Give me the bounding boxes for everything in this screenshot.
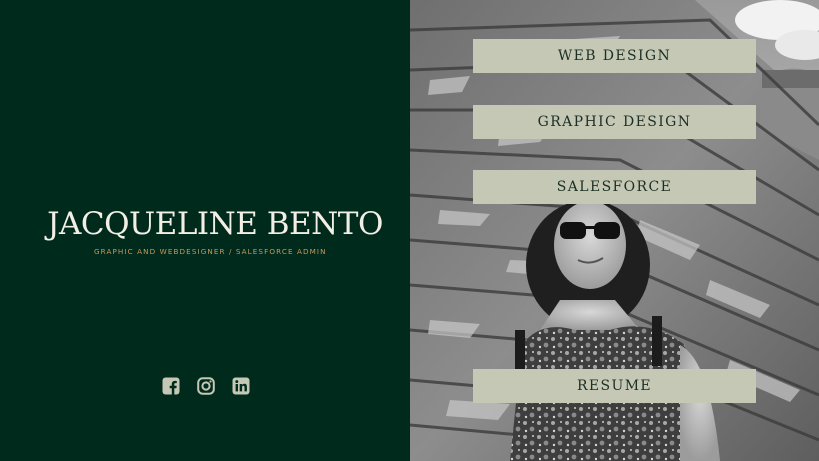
graphic-design-button[interactable]: GRAPHIC DESIGN [473, 105, 756, 139]
instagram-icon[interactable] [197, 377, 215, 395]
resume-button[interactable]: RESUME [473, 369, 756, 403]
photo-panel: WEB DESIGN GRAPHIC DESIGN SALESFORCE RES… [410, 0, 819, 461]
intro-panel: JACQUELINE BENTO GRAPHIC AND WEBDESIGNER… [0, 0, 410, 461]
web-design-button[interactable]: WEB DESIGN [473, 39, 756, 73]
portfolio-page: JACQUELINE BENTO GRAPHIC AND WEBDESIGNER… [0, 0, 819, 461]
profile-tagline: GRAPHIC AND WEBDESIGNER / SALESFORCE ADM… [94, 247, 327, 256]
profile-name: JACQUELINE BENTO [47, 206, 383, 242]
salesforce-button[interactable]: SALESFORCE [473, 170, 756, 204]
social-links [162, 377, 250, 395]
linkedin-icon[interactable] [232, 377, 250, 395]
facebook-icon[interactable] [162, 377, 180, 395]
